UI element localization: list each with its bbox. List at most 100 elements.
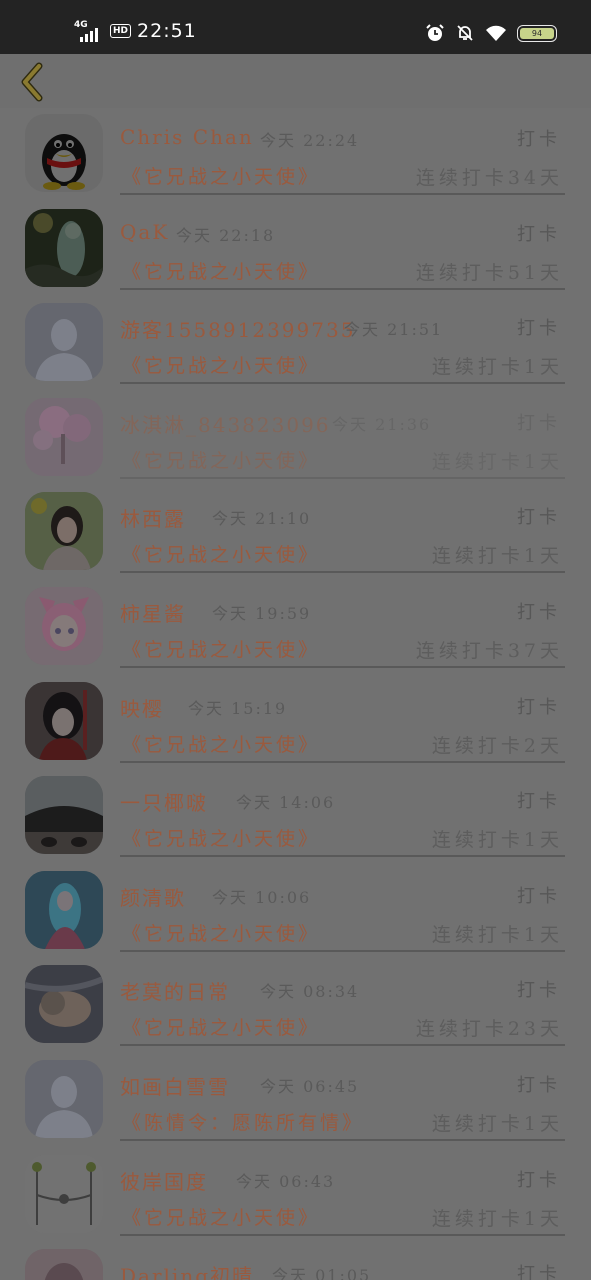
checkin-time: 今天 21:10 bbox=[212, 509, 312, 528]
user-name: 林西露 bbox=[120, 507, 186, 531]
book-title[interactable]: 《它兄战之小天使》 bbox=[122, 730, 320, 757]
avatar[interactable] bbox=[25, 209, 103, 287]
checkin-time: 今天 01:05 bbox=[272, 1266, 372, 1280]
avatar[interactable] bbox=[25, 871, 103, 949]
streak-count: 连续打卡1天 bbox=[431, 829, 563, 851]
list-item[interactable]: 林西露 今天 21:10 打卡 《它兄战之小天使》 连续打卡1天 bbox=[0, 490, 591, 584]
checkin-time: 今天 15:19 bbox=[188, 699, 288, 718]
mute-bell-icon bbox=[457, 25, 473, 41]
checkin-button[interactable]: 打卡 bbox=[517, 314, 561, 340]
divider bbox=[120, 666, 565, 668]
checkin-button[interactable]: 打卡 bbox=[517, 598, 561, 624]
user-name: 老莫的日常 bbox=[120, 980, 230, 1004]
user-name: 一只椰啵 bbox=[120, 791, 208, 815]
list-item[interactable]: Chris Chan 今天 22:24 打卡 《它兄战之小天使》 连续打卡34天 bbox=[0, 112, 591, 206]
book-title[interactable]: 《它兄战之小天使》 bbox=[122, 1013, 320, 1040]
avatar[interactable] bbox=[25, 398, 103, 476]
user-name: Chris Chan bbox=[120, 125, 254, 149]
checkin-list: Chris Chan 今天 22:24 打卡 《它兄战之小天使》 连续打卡34天… bbox=[0, 108, 591, 1280]
avatar[interactable] bbox=[25, 492, 103, 570]
status-time: 22:51 bbox=[137, 20, 197, 42]
divider bbox=[120, 193, 565, 195]
wifi-icon bbox=[486, 25, 506, 41]
checkin-time: 今天 14:06 bbox=[236, 793, 336, 812]
book-title[interactable]: 《它兄战之小天使》 bbox=[122, 1203, 320, 1230]
list-item[interactable]: 彼岸国度 今天 06:43 打卡 《它兄战之小天使》 连续打卡1天 bbox=[0, 1153, 591, 1247]
streak-count: 连续打卡2天 bbox=[431, 735, 563, 757]
status-left: 4G HD 22:51 bbox=[74, 18, 197, 44]
divider bbox=[120, 950, 565, 952]
book-title[interactable]: 《它兄战之小天使》 bbox=[122, 257, 320, 284]
checkin-time: 今天 08:34 bbox=[260, 982, 360, 1001]
avatar[interactable] bbox=[25, 303, 103, 381]
streak-count: 连续打卡1天 bbox=[431, 1113, 563, 1135]
list-item[interactable]: Darling初晴 今天 01:05 打卡 bbox=[0, 1247, 591, 1280]
checkin-button[interactable]: 打卡 bbox=[517, 409, 561, 435]
checkin-button[interactable]: 打卡 bbox=[517, 693, 561, 719]
list-item[interactable]: 冰淇淋_843823096 今天 21:36 打卡 《它兄战之小天使》 连续打卡… bbox=[0, 396, 591, 490]
status-bar: 4G HD 22:51 94 bbox=[0, 0, 591, 54]
checkin-button[interactable]: 打卡 bbox=[517, 220, 561, 246]
avatar[interactable] bbox=[25, 1249, 103, 1280]
checkin-button[interactable]: 打卡 bbox=[517, 1071, 561, 1097]
user-name: QaK bbox=[120, 220, 170, 244]
streak-count: 连续打卡1天 bbox=[431, 1208, 563, 1230]
avatar[interactable] bbox=[25, 965, 103, 1043]
divider bbox=[120, 855, 565, 857]
book-title[interactable]: 《它兄战之小天使》 bbox=[122, 351, 320, 378]
checkin-button[interactable]: 打卡 bbox=[517, 1260, 561, 1280]
book-title[interactable]: 《它兄战之小天使》 bbox=[122, 540, 320, 567]
divider bbox=[120, 1139, 565, 1141]
streak-count: 连续打卡1天 bbox=[431, 356, 563, 378]
user-name: 柿星酱 bbox=[120, 602, 186, 626]
checkin-button[interactable]: 打卡 bbox=[517, 503, 561, 529]
checkin-button[interactable]: 打卡 bbox=[517, 1166, 561, 1192]
streak-count: 连续打卡1天 bbox=[431, 451, 563, 473]
streak-count: 连续打卡1天 bbox=[431, 924, 563, 946]
list-item[interactable]: 颜清歌 今天 10:06 打卡 《它兄战之小天使》 连续打卡1天 bbox=[0, 869, 591, 963]
chevron-left-icon bbox=[21, 62, 43, 102]
divider bbox=[120, 382, 565, 384]
user-name: 如画白雪雪 bbox=[120, 1075, 230, 1099]
book-title[interactable]: 《它兄战之小天使》 bbox=[122, 824, 320, 851]
avatar[interactable] bbox=[25, 776, 103, 854]
user-name: 游客1558912399735 bbox=[120, 318, 356, 342]
divider bbox=[120, 1234, 565, 1236]
avatar[interactable] bbox=[25, 114, 103, 192]
checkin-time: 今天 06:45 bbox=[260, 1077, 360, 1096]
divider bbox=[120, 571, 565, 573]
user-name: 冰淇淋_843823096 bbox=[120, 413, 331, 437]
book-title[interactable]: 《它兄战之小天使》 bbox=[122, 162, 320, 189]
user-name: 颜清歌 bbox=[120, 886, 186, 910]
status-right: 94 bbox=[425, 20, 557, 46]
checkin-button[interactable]: 打卡 bbox=[517, 882, 561, 908]
book-title[interactable]: 《它兄战之小天使》 bbox=[122, 635, 320, 662]
checkin-button[interactable]: 打卡 bbox=[517, 125, 561, 151]
book-title[interactable]: 《它兄战之小天使》 bbox=[122, 919, 320, 946]
avatar[interactable] bbox=[25, 587, 103, 665]
checkin-time: 今天 19:59 bbox=[212, 604, 312, 623]
list-item[interactable]: 游客1558912399735 今天 21:51 打卡 《它兄战之小天使》 连续… bbox=[0, 301, 591, 395]
avatar[interactable] bbox=[25, 682, 103, 760]
streak-count: 连续打卡34天 bbox=[415, 167, 563, 189]
back-button[interactable] bbox=[12, 60, 52, 104]
user-name: Darling初晴 bbox=[120, 1264, 254, 1280]
list-item[interactable]: 如画白雪雪 今天 06:45 打卡 《陈情令：愿陈所有情》 连续打卡1天 bbox=[0, 1058, 591, 1152]
divider bbox=[120, 1044, 565, 1046]
user-name: 映樱 bbox=[120, 697, 164, 721]
avatar[interactable] bbox=[25, 1155, 103, 1233]
book-title[interactable]: 《它兄战之小天使》 bbox=[122, 446, 320, 473]
list-item[interactable]: 老莫的日常 今天 08:34 打卡 《它兄战之小天使》 连续打卡23天 bbox=[0, 963, 591, 1057]
hd-badge: HD bbox=[110, 24, 132, 38]
checkin-time: 今天 21:51 bbox=[344, 320, 444, 339]
top-bar bbox=[0, 54, 591, 108]
checkin-button[interactable]: 打卡 bbox=[517, 976, 561, 1002]
list-item[interactable]: 一只椰啵 今天 14:06 打卡 《它兄战之小天使》 连续打卡1天 bbox=[0, 774, 591, 868]
book-title[interactable]: 《陈情令：愿陈所有情》 bbox=[122, 1108, 364, 1135]
checkin-button[interactable]: 打卡 bbox=[517, 787, 561, 813]
list-item[interactable]: QaK 今天 22:18 打卡 《它兄战之小天使》 连续打卡51天 bbox=[0, 207, 591, 301]
list-item[interactable]: 柿星酱 今天 19:59 打卡 《它兄战之小天使》 连续打卡37天 bbox=[0, 585, 591, 679]
list-item[interactable]: 映樱 今天 15:19 打卡 《它兄战之小天使》 连续打卡2天 bbox=[0, 680, 591, 774]
battery-level: 94 bbox=[520, 27, 554, 39]
avatar[interactable] bbox=[25, 1060, 103, 1138]
